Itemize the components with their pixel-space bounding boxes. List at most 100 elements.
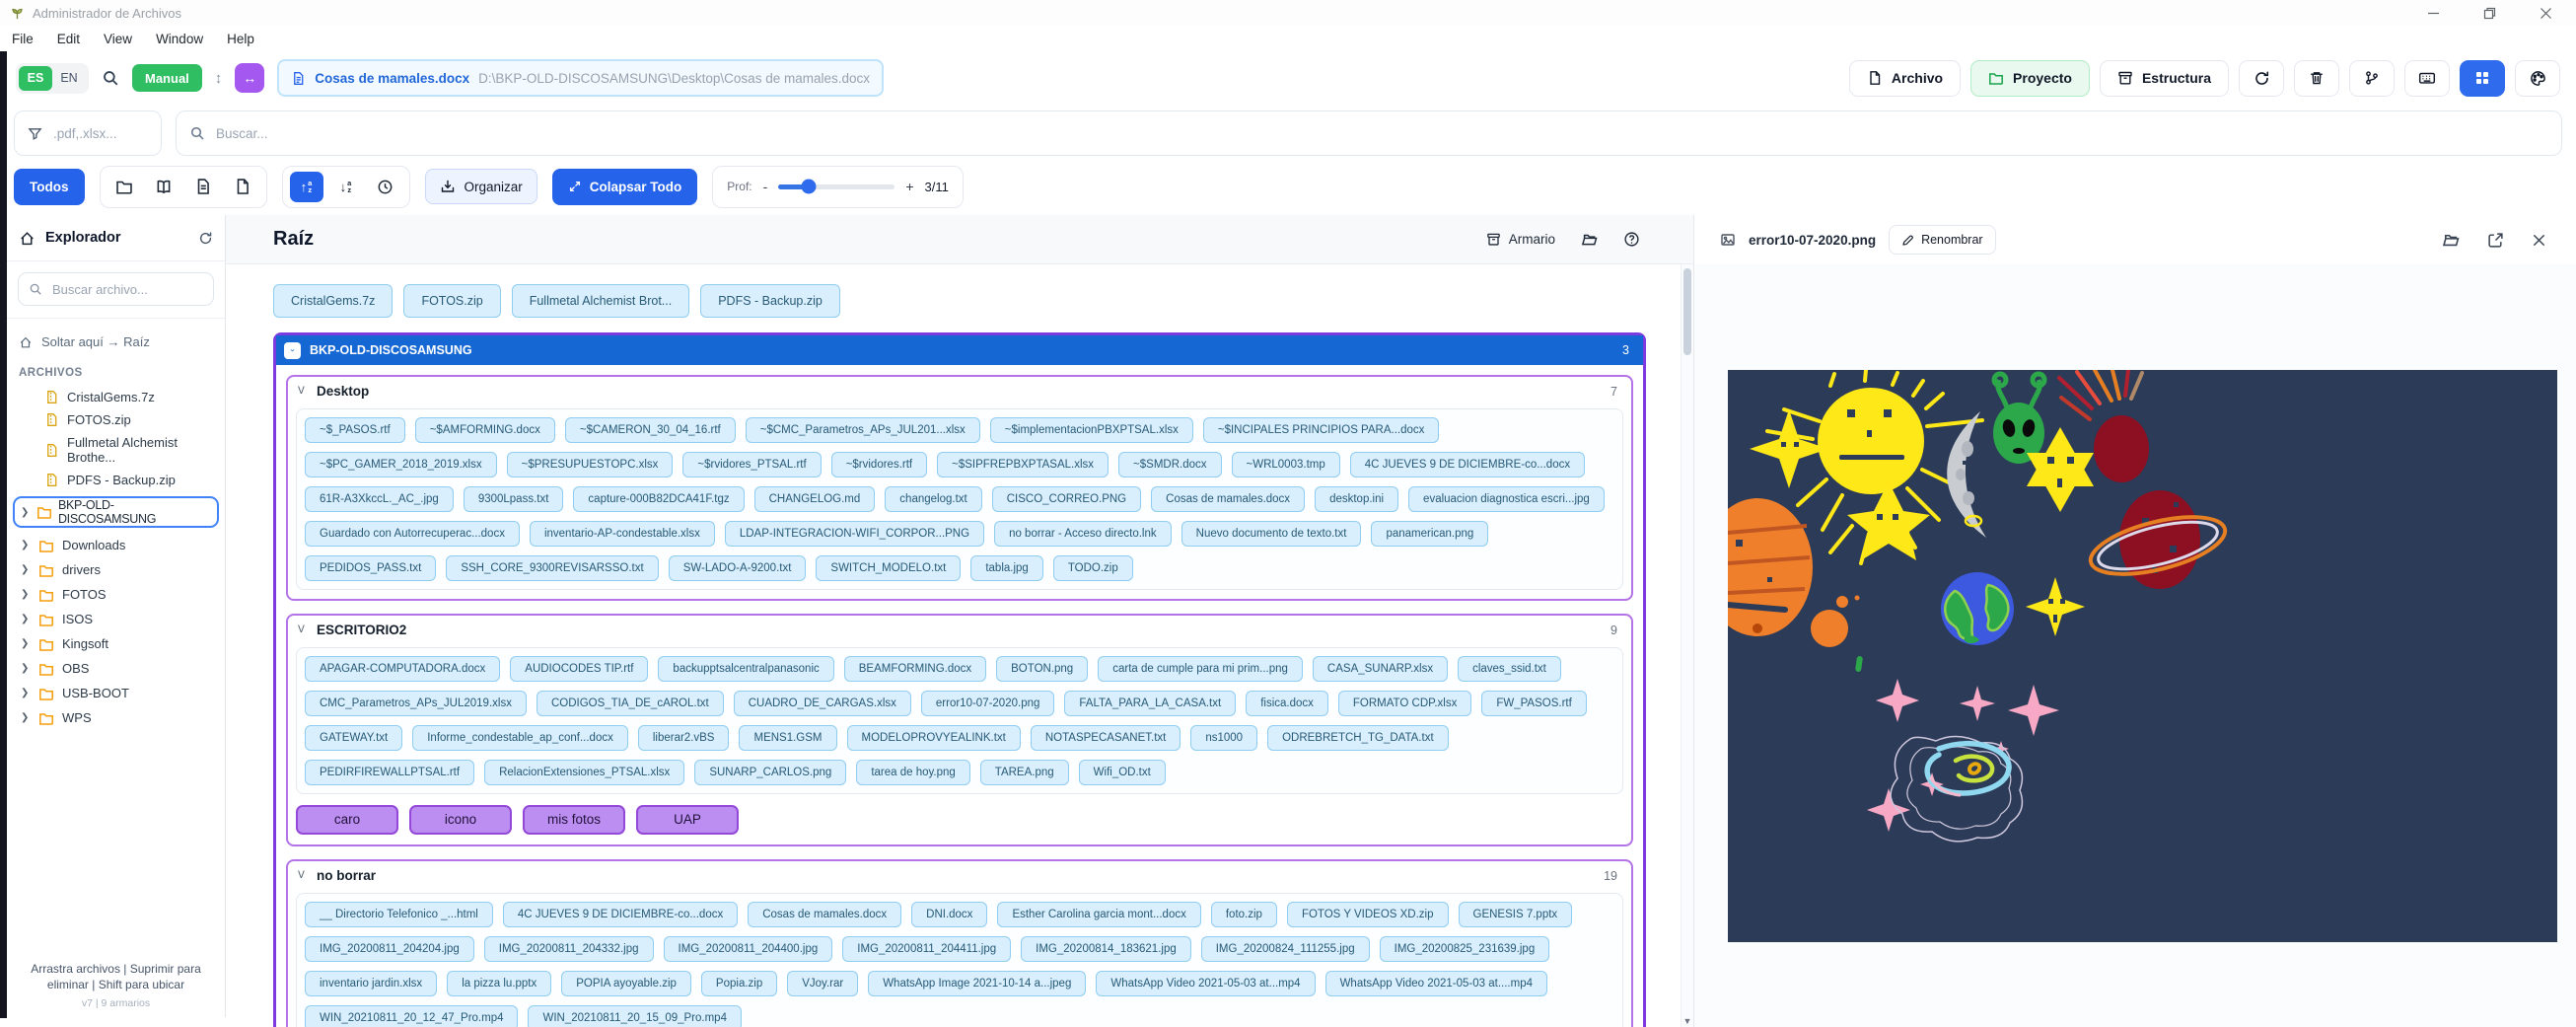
file-chip[interactable]: evaluacion diagnostica escri...jpg bbox=[1408, 486, 1605, 512]
file-chip[interactable]: 4C JUEVES 9 DE DICIEMBRE-co...docx bbox=[1350, 452, 1585, 477]
file-chip[interactable]: 9300Lpass.txt bbox=[464, 486, 564, 512]
theme-button[interactable] bbox=[2515, 60, 2560, 97]
sidebar-search-field[interactable] bbox=[18, 272, 214, 306]
archivo-button[interactable]: Archivo bbox=[1849, 60, 1961, 97]
file-chip[interactable]: ~$_PASOS.rtf bbox=[305, 417, 405, 443]
file-chip[interactable]: IMG_20200811_204411.jpg bbox=[842, 936, 1011, 962]
chevron-down-icon[interactable]: ᐯ bbox=[298, 870, 308, 881]
chevron-right-icon[interactable]: ❯ bbox=[21, 507, 31, 518]
file-chip[interactable]: Cosas de mamales.docx bbox=[1151, 486, 1305, 512]
depth-plus-button[interactable]: + bbox=[905, 179, 913, 194]
folder-chip[interactable]: caro bbox=[296, 805, 398, 835]
manual-button[interactable]: Manual bbox=[132, 64, 202, 92]
file-chip[interactable]: changelog.txt bbox=[885, 486, 981, 512]
file-chip[interactable]: inventario jardin.xlsx bbox=[305, 971, 437, 996]
file-chip[interactable]: ~$rvidores_PTSAL.rtf bbox=[682, 452, 821, 477]
file-chip[interactable]: IMG_20200824_111255.jpg bbox=[1201, 936, 1370, 962]
organizar-button[interactable]: Organizar bbox=[425, 169, 537, 204]
depth-slider[interactable] bbox=[778, 184, 894, 189]
folder-chip[interactable]: UAP bbox=[636, 805, 739, 835]
document-filter-button[interactable] bbox=[186, 172, 220, 202]
folder-chip[interactable]: mis fotos bbox=[523, 805, 625, 835]
close-panel-icon[interactable] bbox=[2532, 233, 2546, 248]
menu-item-view[interactable]: View bbox=[104, 32, 132, 46]
sidebar-refresh-icon[interactable] bbox=[198, 231, 213, 246]
armario-toggle[interactable]: Armario bbox=[1486, 232, 1555, 247]
file-chip[interactable]: tabla.jpg bbox=[970, 555, 1042, 581]
file-chip[interactable]: CUADRO_DE_CARGAS.xlsx bbox=[734, 691, 911, 716]
file-chip[interactable]: IMG_20200811_204400.jpg bbox=[664, 936, 833, 962]
main-scrollbar[interactable]: ▼ bbox=[1681, 264, 1693, 1027]
file-chip[interactable]: Wifi_OD.txt bbox=[1079, 760, 1166, 785]
file-chip[interactable]: inventario-AP-condestable.xlsx bbox=[530, 521, 715, 547]
lang-es-button[interactable]: ES bbox=[19, 66, 52, 91]
section-header[interactable]: ᐯ no borrar 19 bbox=[288, 861, 1631, 890]
search-field[interactable] bbox=[176, 110, 2562, 156]
file-chip[interactable]: __ Directorio Telefonico _...html bbox=[305, 902, 493, 927]
file-filter-button[interactable] bbox=[226, 172, 259, 202]
file-chip[interactable]: Fullmetal Alchemist Brot... bbox=[512, 284, 690, 318]
keyboard-button[interactable] bbox=[2404, 60, 2450, 97]
sidebar-folder-item[interactable]: ❯ FOTOS bbox=[7, 582, 225, 607]
chevron-right-icon[interactable]: ❯ bbox=[21, 614, 31, 624]
chevron-right-icon[interactable]: ❯ bbox=[21, 589, 31, 600]
colapsar-todo-button[interactable]: Colapsar Todo bbox=[552, 169, 698, 205]
depth-minus-button[interactable]: - bbox=[763, 179, 768, 194]
file-chip[interactable]: MODELOPROVYEALINK.txt bbox=[847, 725, 1021, 751]
estructura-button[interactable]: Estructura bbox=[2100, 60, 2229, 97]
file-chip[interactable]: WhatsApp Video 2021-05-03 at....mp4 bbox=[1325, 971, 1547, 996]
file-chip[interactable]: carta de cumple para mi prim...png bbox=[1098, 656, 1303, 682]
file-chip[interactable]: ~WRL0003.tmp bbox=[1232, 452, 1340, 477]
open-external-icon[interactable] bbox=[2487, 232, 2504, 249]
section-header[interactable]: ᐯ ESCRITORIO2 9 bbox=[288, 616, 1631, 644]
file-chip[interactable]: capture-000B82DCA41F.tgz bbox=[573, 486, 744, 512]
chevron-right-icon[interactable]: ❯ bbox=[21, 712, 31, 723]
rename-button[interactable]: Renombrar bbox=[1889, 225, 1996, 255]
file-chip[interactable]: ~$PRESUPUESTOPC.xlsx bbox=[507, 452, 674, 477]
sidebar-item-selected[interactable]: ❯ BKP-OLD-DISCOSAMSUNG bbox=[13, 496, 219, 528]
close-button[interactable] bbox=[2540, 7, 2552, 20]
extension-filter-input[interactable] bbox=[51, 125, 148, 142]
extension-filter-field[interactable] bbox=[14, 110, 162, 156]
file-chip[interactable]: PDFS - Backup.zip bbox=[700, 284, 840, 318]
sidebar-archive-item[interactable]: CristalGems.7z bbox=[7, 386, 225, 408]
open-folder-icon[interactable] bbox=[2442, 231, 2460, 249]
file-chip[interactable]: ~$SIPFREPBXPTASAL.xlsx bbox=[937, 452, 1109, 477]
file-chip[interactable]: desktop.ini bbox=[1315, 486, 1398, 512]
chevron-down-icon[interactable]: ᐯ bbox=[298, 624, 308, 635]
file-chip[interactable]: TAREA.png bbox=[980, 760, 1069, 785]
file-chip[interactable]: WhatsApp Video 2021-05-03 at...mp4 bbox=[1096, 971, 1315, 996]
file-chip[interactable]: Esther Carolina garcia mont...docx bbox=[997, 902, 1200, 927]
file-chip[interactable]: ODREBRETCH_TG_DATA.txt bbox=[1267, 725, 1449, 751]
file-chip[interactable]: CODIGOS_TIA_DE_cAROL.txt bbox=[537, 691, 724, 716]
file-chip[interactable]: CMC_Parametros_APs_JUL2019.xlsx bbox=[305, 691, 527, 716]
file-chip[interactable]: no borrar - Acceso directo.lnk bbox=[994, 521, 1172, 547]
chevron-down-icon[interactable] bbox=[284, 342, 301, 359]
file-chip[interactable]: liberar2.vBS bbox=[638, 725, 730, 751]
book-view-button[interactable] bbox=[147, 172, 180, 202]
file-chip[interactable]: ~$INCIPALES PRINCIPIOS PARA...docx bbox=[1203, 417, 1440, 443]
help-icon[interactable] bbox=[1623, 231, 1640, 248]
file-chip[interactable]: WIN_20210811_20_15_09_Pro.mp4 bbox=[528, 1005, 741, 1027]
file-chip[interactable]: FOTOS Y VIDEOS XD.zip bbox=[1287, 902, 1449, 927]
file-chip[interactable]: AUDIOCODES TIP.rtf bbox=[510, 656, 648, 682]
chevron-down-icon[interactable]: ᐯ bbox=[298, 386, 308, 397]
file-chip[interactable]: PEDIRFIREWALLPTSAL.rtf bbox=[305, 760, 474, 785]
sort-asc-button[interactable]: ↑az bbox=[290, 172, 323, 202]
file-chip[interactable]: Guardado con Autorrecuperac...docx bbox=[305, 521, 520, 547]
sidebar-folder-item[interactable]: ❯ WPS bbox=[7, 705, 225, 730]
file-chip[interactable]: TODO.zip bbox=[1053, 555, 1133, 581]
file-chip[interactable]: WhatsApp Image 2021-10-14 a...jpeg bbox=[868, 971, 1086, 996]
file-chip[interactable]: ~$PC_GAMER_2018_2019.xlsx bbox=[305, 452, 497, 477]
file-chip[interactable]: CISCO_CORREO.PNG bbox=[992, 486, 1141, 512]
file-chip[interactable]: claves_ssid.txt bbox=[1458, 656, 1561, 682]
file-chip[interactable]: Nuevo documento de texto.txt bbox=[1181, 521, 1362, 547]
file-chip[interactable]: GATEWAY.txt bbox=[305, 725, 402, 751]
file-chip[interactable]: Informe_condestable_ap_conf...docx bbox=[412, 725, 628, 751]
file-chip[interactable]: RelacionExtensiones_PTSAL.xlsx bbox=[484, 760, 684, 785]
chevron-right-icon[interactable]: ❯ bbox=[21, 564, 31, 575]
file-chip[interactable]: Cosas de mamales.docx bbox=[748, 902, 901, 927]
section-header[interactable]: ᐯ Desktop 7 bbox=[288, 377, 1631, 405]
minimize-button[interactable] bbox=[2427, 7, 2440, 20]
chevron-right-icon[interactable]: ❯ bbox=[21, 540, 31, 550]
